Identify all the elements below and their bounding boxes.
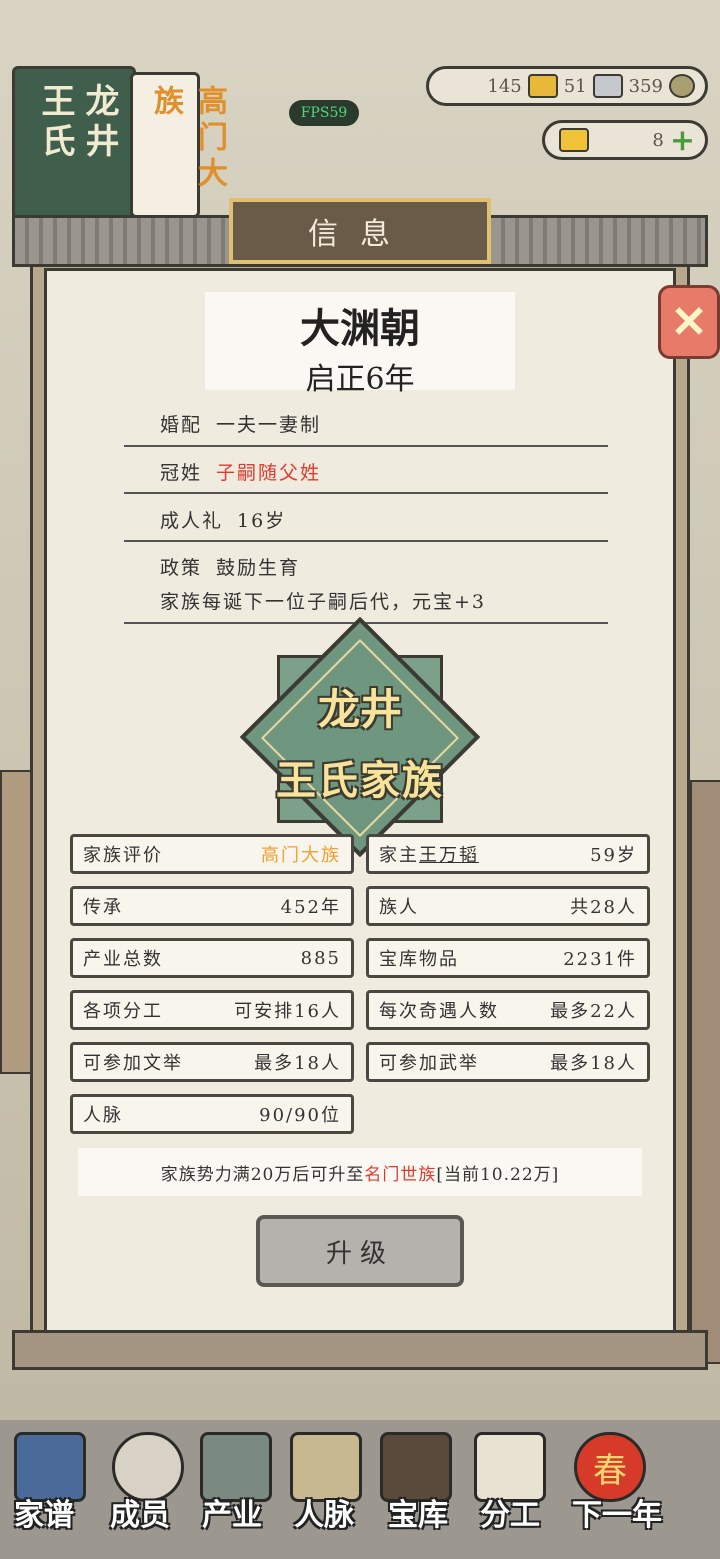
civil-exam-stat: 可参加文举 最多18人: [70, 1042, 354, 1082]
add-yuanbao-icon[interactable]: +: [670, 123, 695, 158]
emblem-place: 龙井: [317, 685, 402, 734]
nav-family-tree[interactable]: 家谱: [14, 1490, 74, 1534]
stat-label: 可参加文举: [83, 1053, 183, 1074]
stat-value: 59岁: [590, 845, 637, 866]
clan-name-col2: 王氏: [35, 83, 75, 163]
encounter-stat: 每次奇遇人数 最多22人: [366, 990, 650, 1030]
emblem-clan: 王氏家族: [276, 757, 444, 804]
nav-next-year[interactable]: 下一年: [572, 1490, 662, 1534]
clan-name-col1: 龙井: [79, 83, 119, 163]
row-label: 成人礼: [160, 510, 224, 532]
nav-network[interactable]: 人脉: [294, 1490, 354, 1534]
divider: [124, 445, 608, 447]
spring-badge: 春: [593, 1450, 627, 1491]
right-side-decoration: [690, 780, 720, 1364]
notice-text: 家族势力满20万后可升至: [160, 1164, 365, 1185]
stat-value: 高门大族: [261, 845, 341, 866]
clan-head-name-link[interactable]: 王万韬: [419, 845, 479, 866]
gold-ingot-icon: [527, 74, 558, 98]
stat-value: 452年: [280, 897, 341, 918]
clan-head-stat[interactable]: 家主王万韬 59岁: [366, 834, 650, 874]
stat-value: 2231件: [563, 949, 637, 970]
stat-label: 家主: [379, 845, 419, 866]
stat-label: 家族评价: [83, 845, 163, 866]
clan-name-banner[interactable]: 龙井 王氏: [12, 66, 136, 222]
nav-property[interactable]: 产业: [202, 1490, 262, 1534]
upgrade-notice: 家族势力满20万后可升至 名门世族 [当前10.22万]: [78, 1148, 642, 1196]
military-exam-stat: 可参加武举 最多18人: [366, 1042, 650, 1082]
marriage-row: 婚配 一夫一妻制: [160, 410, 321, 437]
divider: [124, 492, 608, 494]
copper-coin-icon: [669, 74, 695, 98]
era-year: 启正6年: [305, 362, 415, 397]
property-stat: 产业总数 885: [70, 938, 354, 978]
stat-value: 90/90位: [259, 1105, 341, 1126]
stat-value: 共28人: [570, 897, 637, 918]
stat-label: 族人: [379, 897, 419, 918]
upgrade-button[interactable]: 升级: [256, 1215, 464, 1287]
stat-value: 885: [300, 947, 341, 969]
members-stat: 族人 共28人: [366, 886, 650, 926]
clan-rank-text: 高门大族: [148, 85, 227, 193]
yuanbao-icon: [559, 128, 589, 152]
nav-treasury[interactable]: 宝库: [388, 1490, 448, 1534]
row-value: 鼓励生育: [216, 557, 301, 579]
stat-value: 最多22人: [550, 1001, 637, 1022]
stat-label: 产业总数: [83, 949, 163, 970]
stat-label: 人脉: [83, 1105, 123, 1126]
inheritance-stat: 传承 452年: [70, 886, 354, 926]
silver-count: 51: [563, 75, 587, 97]
row-label: 政策: [160, 557, 203, 579]
row-label: 婚配: [160, 414, 203, 436]
coming-of-age-row: 成人礼 16岁: [160, 506, 286, 533]
nav-work[interactable]: 分工: [480, 1490, 540, 1534]
stat-label: 传承: [83, 897, 123, 918]
resource-bar: 145 51 359: [426, 66, 708, 106]
silver-ingot-icon: [592, 74, 623, 98]
policy-row: 政策 鼓励生育: [160, 553, 300, 580]
stat-label: 各项分工: [83, 1001, 163, 1022]
yuanbao-bar[interactable]: 8 +: [542, 120, 708, 160]
stat-value: 最多18人: [254, 1053, 341, 1074]
row-value: 子嗣随父姓: [216, 462, 322, 484]
panel-base: [12, 1330, 708, 1370]
row-label: 冠姓: [160, 462, 203, 484]
gold-count: 145: [487, 75, 522, 97]
fps-counter: FPS59: [289, 100, 359, 126]
clan-rank-banner[interactable]: 高门大族: [130, 72, 227, 218]
left-side-decoration: [0, 770, 32, 1074]
row-value: 一夫一妻制: [216, 414, 322, 436]
panel-title: 信息: [229, 198, 491, 264]
policy-description: 家族每诞下一位子嗣后代，元宝+3: [160, 591, 487, 613]
stat-value: 可安排16人: [234, 1001, 341, 1022]
stat-label: 每次奇遇人数: [379, 1001, 499, 1022]
treasury-stat: 宝库物品 2231件: [366, 938, 650, 978]
stat-label: 可参加武举: [379, 1053, 479, 1074]
notice-rank: 名门世族: [364, 1164, 437, 1185]
stat-label: 宝库物品: [379, 949, 459, 970]
stat-value: 最多18人: [550, 1053, 637, 1074]
network-stat: 人脉 90/90位: [70, 1094, 354, 1134]
clan-rating-stat: 家族评价 高门大族: [70, 834, 354, 874]
notice-progress: [当前10.22万]: [436, 1164, 560, 1185]
close-icon[interactable]: ✕: [671, 297, 708, 348]
dynasty-name: 大渊朝: [300, 305, 420, 352]
close-button[interactable]: ✕: [658, 285, 720, 359]
yuanbao-count: 8: [652, 129, 664, 151]
nav-members[interactable]: 成员: [110, 1490, 170, 1534]
divider: [124, 540, 608, 542]
work-stat: 各项分工 可安排16人: [70, 990, 354, 1030]
row-value: 16岁: [237, 510, 287, 532]
copper-count: 359: [628, 75, 663, 97]
dynasty-card: 大渊朝 启正6年: [205, 292, 515, 397]
surname-row: 冠姓 子嗣随父姓: [160, 458, 321, 485]
